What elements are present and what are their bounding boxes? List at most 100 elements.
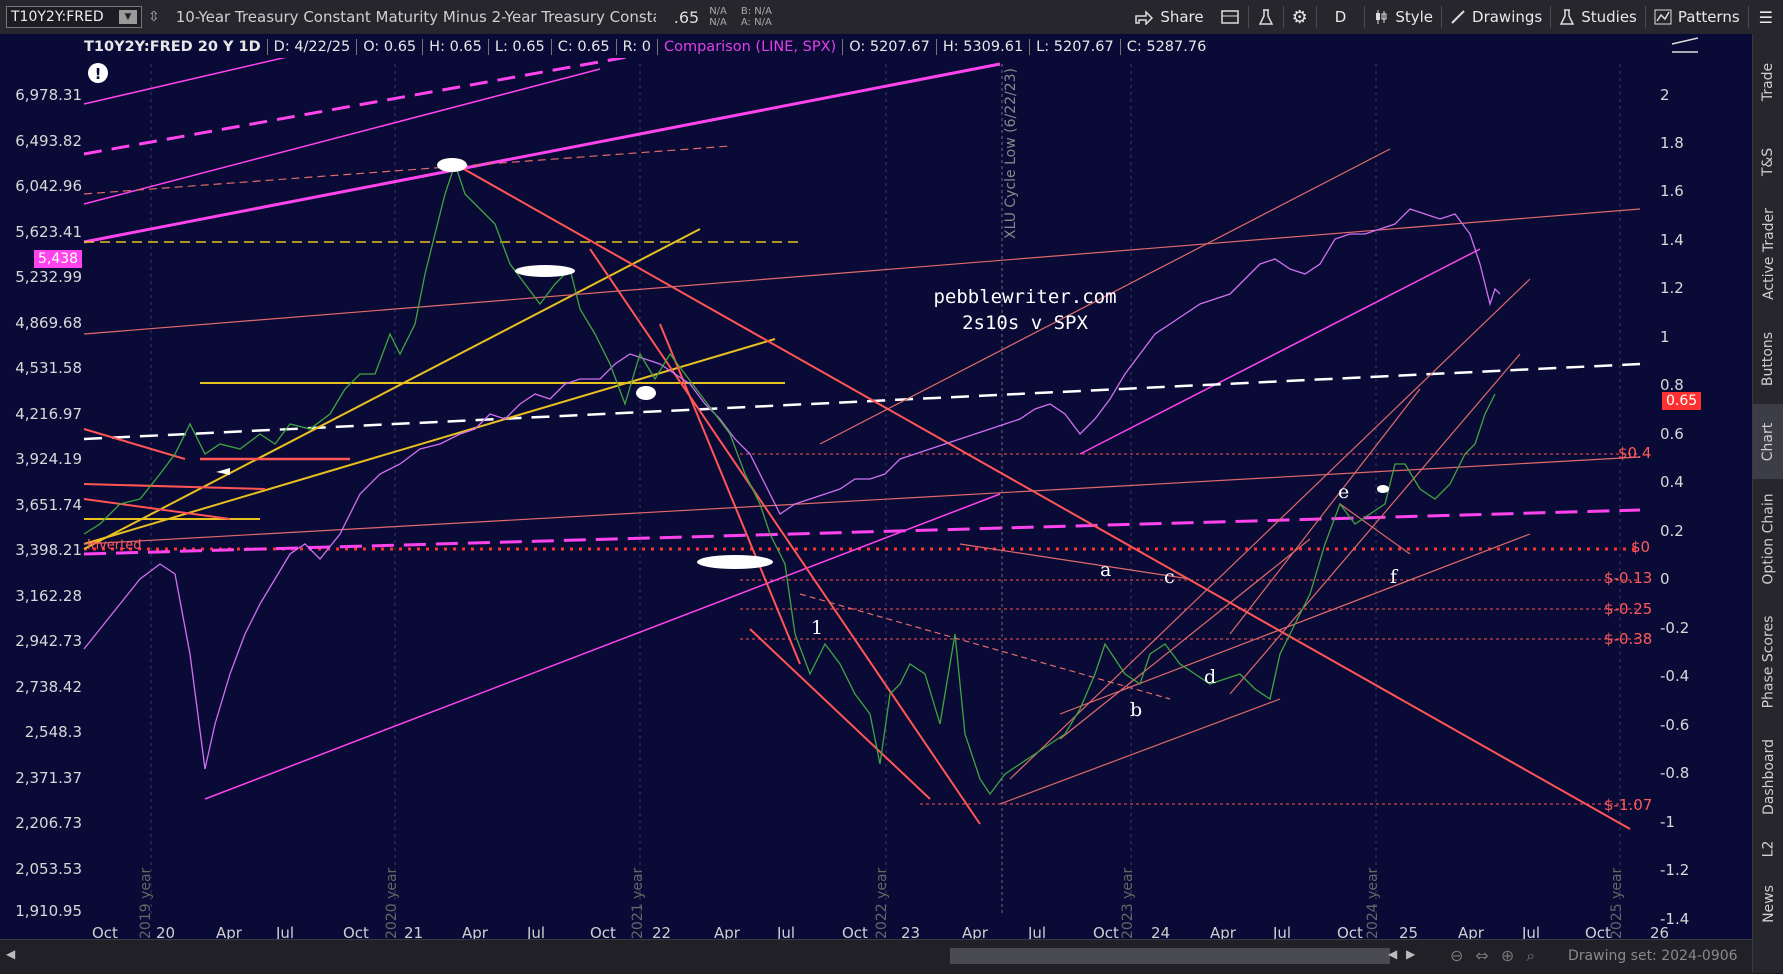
tab-dashboard[interactable]: Dashboard bbox=[1753, 724, 1783, 829]
drawing-set-label: Drawing set: 2024-0906 bbox=[1568, 948, 1738, 964]
scroll-right-icon[interactable]: ▶ bbox=[1406, 947, 1415, 961]
wave-label: 1 bbox=[811, 617, 824, 639]
chart-canvas[interactable]: ! bbox=[0, 34, 1752, 939]
flask-button[interactable] bbox=[1249, 0, 1283, 34]
tab-buttons[interactable]: Buttons bbox=[1753, 314, 1783, 404]
yield-series-line bbox=[83, 161, 1496, 796]
left-axis-label: 6,042.96 bbox=[15, 177, 82, 195]
left-axis-label: 5,232.99 bbox=[15, 268, 82, 286]
symbol-description: 10-Year Treasury Constant Maturity Minus… bbox=[175, 8, 656, 26]
left-axis-label: 4,531.58 bbox=[15, 359, 82, 377]
wave-label: c bbox=[1164, 566, 1175, 588]
right-axis-label: 0.2 bbox=[1660, 522, 1684, 540]
right-axis-label: 2 bbox=[1660, 86, 1670, 104]
left-axis-label: 2,548.3 bbox=[24, 723, 82, 741]
status-open: O: 0.65 bbox=[363, 39, 417, 55]
left-price-tag: 5,438 bbox=[34, 250, 83, 268]
right-axis-label: 1.2 bbox=[1660, 279, 1684, 297]
status-high: H: 0.65 bbox=[429, 39, 482, 55]
year-marker: 2019 year bbox=[138, 867, 154, 939]
patterns-button[interactable]: Patterns bbox=[1646, 0, 1748, 34]
layout-button[interactable] bbox=[1212, 0, 1248, 34]
watermark-text: pebblewriter.com 2s10s v SPX bbox=[933, 286, 1117, 334]
top-toolbar: T10Y2Y:FRED ▼ ⇳ 10-Year Treasury Constan… bbox=[0, 0, 1783, 35]
drawings-button[interactable]: Drawings bbox=[1442, 0, 1550, 34]
last-price: .65 bbox=[673, 7, 700, 27]
level-label: $-0.38 bbox=[1604, 630, 1653, 648]
flask-icon bbox=[1258, 9, 1273, 25]
left-axis-label: 6,493.82 bbox=[15, 132, 82, 150]
bottom-scrollbar: ◀ ◀ ▶ ⊖⇔⊕⌕ Drawing set: 2024-0906 bbox=[0, 939, 1752, 974]
studies-icon bbox=[1560, 9, 1575, 25]
right-axis-label: 1.4 bbox=[1660, 231, 1684, 249]
style-button[interactable]: Style bbox=[1365, 0, 1441, 34]
symbol-text: T10Y2Y:FRED bbox=[11, 9, 104, 25]
right-axis-label: 0.6 bbox=[1660, 425, 1684, 443]
status-date: D: 4/22/25 bbox=[273, 39, 351, 55]
ohlc-status-bar: T10Y2Y:FRED 20 Y 1D D: 4/22/25 O: 0.65 H… bbox=[84, 36, 1207, 58]
right-axis-label: 1 bbox=[1660, 328, 1670, 346]
level-label: $0.4 bbox=[1618, 444, 1652, 462]
right-sidebar: Trade T&S Active Trader Buttons Chart Op… bbox=[1752, 34, 1783, 973]
tab-chart[interactable]: Chart bbox=[1753, 404, 1783, 479]
year-marker: 2020 year bbox=[384, 867, 400, 939]
right-axis-label: 1.8 bbox=[1660, 134, 1684, 152]
scroll-thumb[interactable] bbox=[950, 948, 1390, 964]
right-price-tag: 0.65 bbox=[1662, 392, 1702, 410]
share-button[interactable]: Share bbox=[1126, 0, 1211, 34]
tab-time-sales[interactable]: T&S bbox=[1753, 129, 1783, 194]
wave-label: f bbox=[1390, 566, 1398, 588]
cmp-close: C: 5287.76 bbox=[1126, 39, 1207, 55]
year-marker: 2025 year bbox=[1609, 867, 1625, 939]
tab-option-chain[interactable]: Option Chain bbox=[1753, 479, 1783, 599]
menu-button[interactable]: ☰ bbox=[1749, 0, 1783, 34]
tab-active-trader[interactable]: Active Trader bbox=[1753, 194, 1783, 314]
year-marker: 2024 year bbox=[1365, 867, 1381, 939]
chevron-down-icon[interactable]: ▼ bbox=[119, 10, 137, 24]
scroll-left-icon[interactable]: ◀ bbox=[6, 947, 15, 961]
share-icon bbox=[1135, 10, 1154, 25]
wave-label: e bbox=[1338, 481, 1350, 503]
right-axis-label: 0 bbox=[1660, 570, 1670, 588]
left-axis-label: 3,398.21 bbox=[15, 541, 82, 559]
zoom-tools-icons[interactable]: ⊖⇔⊕⌕ bbox=[1450, 946, 1547, 966]
layout-icon bbox=[1220, 10, 1239, 24]
cmp-open: O: 5207.67 bbox=[849, 39, 930, 55]
pencil-icon bbox=[1451, 10, 1465, 24]
status-close: C: 0.65 bbox=[557, 39, 610, 55]
period-button[interactable]: D bbox=[1317, 0, 1365, 34]
left-axis-label: 3,162.28 bbox=[15, 587, 82, 605]
spx-series-line bbox=[83, 208, 1501, 770]
studies-button[interactable]: Studies bbox=[1551, 0, 1645, 34]
tab-phase-scores[interactable]: Phase Scores bbox=[1753, 599, 1783, 724]
scroll-left-icon[interactable]: ◀ bbox=[1388, 947, 1397, 961]
level-label: $-1.07 bbox=[1604, 796, 1653, 814]
menu-icon: ☰ bbox=[1758, 7, 1773, 27]
tab-news[interactable]: News bbox=[1753, 869, 1783, 939]
settings-button[interactable]: ⚙ bbox=[1284, 0, 1316, 34]
tab-trade[interactable]: Trade bbox=[1753, 34, 1783, 129]
year-marker: 2022 year bbox=[874, 867, 890, 939]
patterns-icon bbox=[1654, 9, 1672, 25]
wave-label: a bbox=[1100, 559, 1112, 581]
right-axis-label: 0.4 bbox=[1660, 473, 1684, 491]
left-axis-label: 2,942.73 bbox=[15, 632, 82, 650]
status-range: R: 0 bbox=[622, 39, 651, 55]
left-axis-label: 5,623.41 bbox=[15, 223, 82, 241]
level-label: $-0.25 bbox=[1604, 600, 1653, 618]
comparison-label[interactable]: Comparison (LINE, SPX) bbox=[664, 39, 836, 55]
year-marker: 2021 year bbox=[630, 867, 646, 939]
chart-area[interactable]: ! XLU Cycle Low (6/22/23) 2019 year 2020… bbox=[0, 34, 1752, 942]
lock-icon[interactable]: ⇳ bbox=[148, 9, 160, 25]
right-axis-label: 1.6 bbox=[1660, 182, 1684, 200]
left-axis-label: 4,869.68 bbox=[15, 314, 82, 332]
right-axis-label: -1 bbox=[1660, 813, 1675, 831]
tab-l2[interactable]: L2 bbox=[1753, 829, 1783, 869]
level-label: $-0.13 bbox=[1604, 569, 1653, 587]
ruler-icon[interactable] bbox=[1671, 37, 1699, 53]
left-axis-label: 3,651.74 bbox=[15, 496, 82, 514]
right-axis-label: -0.2 bbox=[1660, 619, 1690, 637]
status-low: L: 0.65 bbox=[494, 39, 545, 55]
cycle-label: XLU Cycle Low (6/22/23) bbox=[1003, 67, 1019, 239]
symbol-selector[interactable]: T10Y2Y:FRED ▼ bbox=[6, 6, 142, 28]
